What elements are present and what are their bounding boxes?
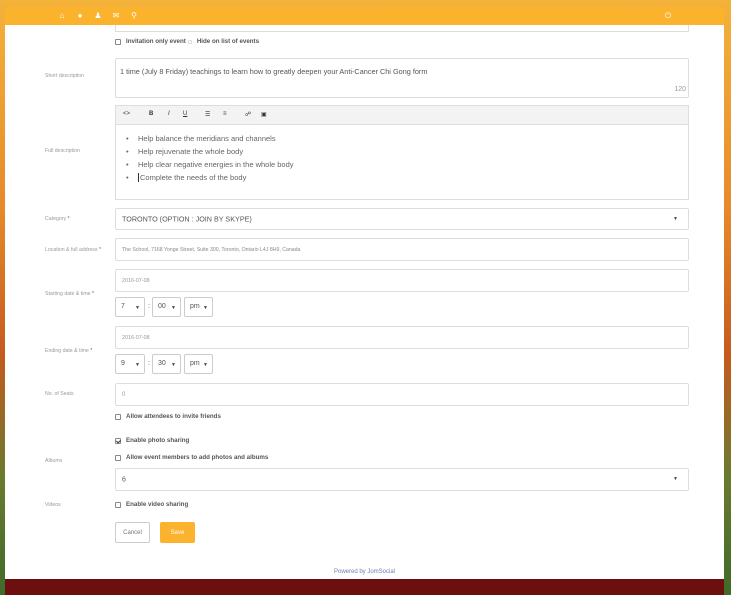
allow-invite-row: Allow attendees to invite friends [115, 413, 221, 420]
chevron-down-icon: ▼ [171, 362, 176, 368]
chevron-down-icon: ▼ [673, 476, 678, 482]
image-icon[interactable]: ▣ [261, 111, 267, 118]
editor-toolbar: <> B I U ☰ ≡ ☍ ▣ [115, 105, 689, 124]
bold-icon[interactable]: B [149, 111, 153, 117]
unordered-list-icon[interactable]: ☰ [205, 111, 210, 118]
end-date-value: 2016-07-08 [122, 334, 150, 341]
albums-value: 6 [122, 476, 126, 483]
home-icon[interactable]: ⌂ [57, 11, 67, 21]
allow-members-photos-label: Allow event members to add photos and al… [126, 454, 269, 461]
users-icon[interactable]: ♟ [93, 11, 103, 21]
start-ampm-select[interactable]: pm ▼ [184, 297, 213, 317]
powered-by-link[interactable]: Powered by JomSocial [5, 569, 724, 575]
event-form-panel: Invitation only event Hide on list of ev… [5, 25, 724, 579]
hide-on-list-checkbox[interactable] [187, 39, 192, 44]
enable-video-row: Enable video sharing [115, 501, 188, 508]
category-value: TORONTO (OPTION : JOIN BY SKYPE) [122, 214, 252, 224]
albums-select[interactable]: 6 ▼ [115, 468, 689, 491]
char-counter: 120 [674, 86, 686, 93]
hide-on-list-label: Hide on list of events [196, 38, 260, 45]
videos-label: Videos [45, 502, 61, 508]
full-description-label: Full description [45, 148, 80, 154]
invitation-only-checkbox[interactable] [115, 38, 121, 45]
chevron-down-icon: ▼ [135, 362, 140, 368]
chevron-down-icon: ▼ [135, 305, 140, 311]
list-item: • Complete the needs of the body [126, 173, 247, 182]
invitation-only-label: Invitation only event [126, 38, 186, 45]
italic-icon[interactable]: I [168, 111, 170, 117]
start-hour-select[interactable]: 7 ▼ [115, 297, 145, 317]
location-input[interactable]: The School, 7168 Yonge Street, Suite 300… [115, 238, 689, 261]
list-item: • Help balance the meridians and channels [126, 134, 276, 143]
allow-members-photos-checkbox[interactable] [115, 454, 121, 461]
enable-photo-checkbox[interactable] [115, 437, 121, 444]
category-select[interactable]: TORONTO (OPTION : JOIN BY SKYPE) ▼ [115, 208, 689, 230]
full-description-editor[interactable]: • Help balance the meridians and channels… [115, 124, 689, 200]
start-date-value: 2016-07-08 [122, 277, 150, 284]
end-hour-select[interactable]: 9 ▼ [115, 354, 145, 374]
time-separator: : [148, 303, 150, 310]
list-item: • Help clear negative energies in the who… [126, 160, 294, 169]
seats-value: 0 [122, 391, 126, 398]
seats-input[interactable]: 0 [115, 383, 689, 406]
chevron-down-icon: ▼ [203, 305, 208, 311]
short-description-text: 1 time (July 8 Friday) teachings to lear… [120, 67, 428, 76]
search-icon[interactable]: ⚲ [129, 11, 139, 21]
short-description-input[interactable]: 1 time (July 8 Friday) teachings to lear… [115, 58, 689, 98]
save-button[interactable]: Save [160, 522, 195, 543]
ordered-list-icon[interactable]: ≡ [223, 111, 227, 117]
enable-photo-label: Enable photo sharing [126, 437, 190, 444]
enable-photo-row: Enable photo sharing [115, 437, 189, 444]
chevron-down-icon: ▼ [203, 362, 208, 368]
message-icon[interactable]: ✉ [111, 11, 121, 21]
end-minute-select[interactable]: 30 ▼ [152, 354, 181, 374]
location-value: The School, 7168 Yonge Street, Suite 300… [122, 246, 301, 253]
power-icon[interactable]: ⏻ [663, 11, 673, 21]
chevron-down-icon: ▼ [171, 305, 176, 311]
time-separator: : [148, 360, 150, 367]
globe-icon[interactable]: ● [75, 11, 85, 21]
previous-field-edge [115, 25, 689, 32]
footer-bar [5, 579, 724, 595]
top-navbar: ⌂ ● ♟ ✉ ⚲ ⏻ [5, 7, 724, 25]
link-icon[interactable]: ☍ [245, 111, 251, 118]
short-description-label: Short description [45, 73, 84, 79]
chevron-down-icon: ▼ [673, 216, 678, 222]
allow-invite-label: Allow attendees to invite friends [126, 413, 221, 420]
seats-label: No. of Seats [45, 391, 74, 397]
enable-video-label: Enable video sharing [126, 501, 189, 508]
allow-invite-checkbox[interactable] [115, 413, 121, 420]
end-date-label: Ending date & time * [45, 348, 93, 354]
code-view-icon[interactable]: <> [123, 111, 130, 117]
invitation-row: Invitation only event Hide on list of ev… [115, 38, 259, 45]
location-label: Location & full address * [45, 247, 101, 253]
start-date-label: Starting date & time * [45, 291, 95, 297]
list-item: • Help rejuvenate the whole body [126, 147, 244, 156]
underline-icon[interactable]: U [183, 111, 187, 117]
category-label: Category * [45, 216, 70, 222]
albums-label: Albums [45, 458, 63, 464]
cancel-button[interactable]: Cancel [115, 522, 150, 543]
end-ampm-select[interactable]: pm ▼ [184, 354, 213, 374]
end-date-input[interactable]: 2016-07-08 [115, 326, 689, 349]
start-date-input[interactable]: 2016-07-08 [115, 269, 689, 292]
description-list: • Help balance the meridians and channels… [116, 125, 688, 184]
start-minute-select[interactable]: 00 ▼ [152, 297, 181, 317]
allow-members-photos-row: Allow event members to add photos and al… [115, 454, 268, 461]
enable-video-checkbox[interactable] [115, 501, 121, 508]
